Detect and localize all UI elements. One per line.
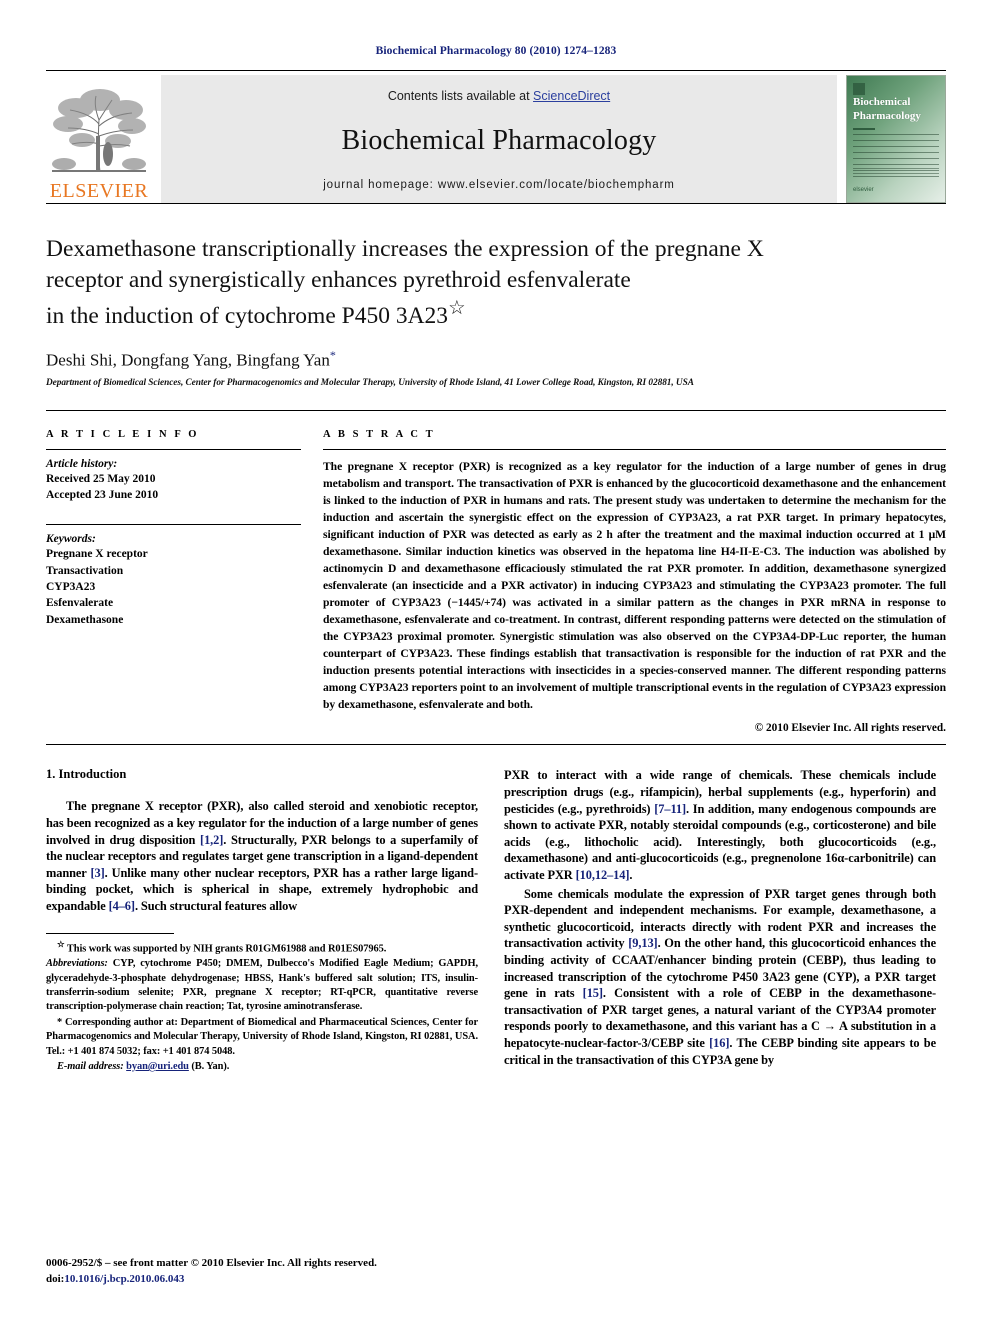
abbreviations-text: CYP, cytochrome P450; DMEM, Dulbecco's M… <box>46 958 478 1013</box>
body-column-right: PXR to interact with a wide range of che… <box>504 767 936 1075</box>
article-info-column: A R T I C L E I N F O Article history: R… <box>46 429 301 734</box>
rule-top <box>46 70 946 71</box>
cover-title-line1: Biochemical <box>853 96 911 108</box>
section-heading-introduction: 1. Introduction <box>46 767 127 782</box>
keyword-item: Transactivation <box>46 564 124 577</box>
footnote-grant: ☆ This work was supported by NIH grants … <box>46 939 478 957</box>
citation-ref[interactable]: [4–6] <box>109 899 135 913</box>
cover-title-line2: Pharmacology <box>853 109 921 122</box>
abstract-rule <box>323 448 946 450</box>
contents-prefix: Contents lists available at <box>387 89 534 103</box>
rule-after-title <box>46 409 946 411</box>
footnote-corresponding-author: * Corresponding author at: Department of… <box>46 1016 478 1059</box>
title-footnote-marker: ☆ <box>448 297 466 319</box>
intro-p2-seg-c: . <box>629 867 633 882</box>
article-info-rule <box>46 448 301 450</box>
cover-footer: elsevier <box>853 168 939 196</box>
journal-masthead: ELSEVIER Contents lists available at Sci… <box>46 75 946 203</box>
cover-publisher-label: elsevier <box>853 187 874 193</box>
keywords-rule <box>46 524 301 526</box>
intro-paragraph-2: PXR to interact with a wide range of che… <box>504 767 936 883</box>
elsevier-logo: ELSEVIER <box>46 75 152 203</box>
keyword-item: Dexamethasone <box>46 613 124 626</box>
rule-after-abstract <box>46 744 946 746</box>
journal-cover-thumbnail: Biochemical Pharmacology elsevier <box>846 75 946 203</box>
footnote-abbreviations: Abbreviations: CYP, cytochrome P450; DME… <box>46 957 478 1014</box>
doi-value[interactable]: 10.1016/j.bcp.2010.06.043 <box>64 1273 184 1285</box>
citation-ref[interactable]: [10,12–14] <box>576 868 630 882</box>
citation-ref[interactable]: [3] <box>91 866 105 880</box>
intro-paragraph-3: Some chemicals modulate the expression o… <box>504 886 936 1069</box>
elsevier-tree-icon <box>48 84 150 180</box>
footnote-corr-text: Corresponding author at: Department of B… <box>46 1016 478 1057</box>
paper-page: Biochemical Pharmacology 80 (2010) 1274–… <box>0 0 992 1323</box>
keyword-item: Pregnane X receptor <box>46 548 148 561</box>
title-line-2: receptor and synergistically enhances py… <box>46 266 631 293</box>
author-list: Deshi Shi, Dongfang Yang, Bingfang Yan* <box>46 348 946 371</box>
cover-elsevier-mark-icon <box>853 83 865 95</box>
info-and-abstract: A R T I C L E I N F O Article history: R… <box>46 429 946 734</box>
title-line-3: in the induction of cytochrome P450 3A23 <box>46 302 449 329</box>
abstract-heading: A B S T R A C T <box>323 428 436 440</box>
author-names: Deshi Shi, Dongfang Yang, Bingfang Yan <box>46 350 330 370</box>
contents-available-line: Contents lists available at ScienceDirec… <box>388 89 610 103</box>
elsevier-wordmark: ELSEVIER <box>49 180 149 202</box>
title-line-1: Dexamethasone transcriptionally increase… <box>46 236 764 262</box>
keywords-label: Keywords: <box>46 533 96 546</box>
body-column-left: 1. Introduction The pregnane X receptor … <box>46 767 478 1075</box>
doi-line: doi:10.1016/j.bcp.2010.06.043 <box>46 1272 377 1287</box>
citation-ref[interactable]: [1,2] <box>200 833 223 847</box>
citation-ref[interactable]: [15] <box>583 986 603 1000</box>
abstract-column: A B S T R A C T The pregnane X receptor … <box>323 429 946 734</box>
keyword-item: CYP3A23 <box>46 581 96 594</box>
citation-ref[interactable]: [9,13] <box>628 936 657 950</box>
title-block: Dexamethasone transcriptionally increase… <box>46 204 946 388</box>
article-history-label: Article history: <box>46 457 118 470</box>
footnote-grant-text: This work was supported by NIH grants R0… <box>64 943 387 955</box>
email-label: E-mail address: <box>57 1060 124 1072</box>
corresponding-author-marker: * <box>329 348 336 363</box>
email-suffix: (B. Yan). <box>188 1060 230 1072</box>
citation-ref[interactable]: [16] <box>709 1036 729 1050</box>
journal-homepage: journal homepage: www.elsevier.com/locat… <box>323 179 675 191</box>
article-accepted: Accepted 23 June 2010 <box>46 489 159 502</box>
affiliation: Department of Biomedical Sciences, Cente… <box>46 377 694 388</box>
imprint-block: 0006-2952/$ – see front matter © 2010 El… <box>46 1256 377 1287</box>
abbreviations-label: Abbreviations: <box>46 958 108 970</box>
abstract-copyright: © 2010 Elsevier Inc. All rights reserved… <box>754 722 946 735</box>
journal-title: Biochemical Pharmacology <box>341 125 657 156</box>
intro-paragraph-1: The pregnane X receptor (PXR), also call… <box>46 798 478 914</box>
footnote-rule <box>46 932 174 934</box>
sciencedirect-link[interactable]: ScienceDirect <box>533 89 610 103</box>
email-link[interactable]: byan@uri.edu <box>126 1061 189 1072</box>
article-info-heading: A R T I C L E I N F O <box>46 428 200 440</box>
journal-band: Contents lists available at ScienceDirec… <box>161 75 837 203</box>
abstract-text: The pregnane X receptor (PXR) is recogni… <box>323 459 946 712</box>
cover-divider <box>853 128 875 131</box>
imprint-line: 0006-2952/$ – see front matter © 2010 El… <box>46 1257 377 1270</box>
intro-p1-seg-d: . Such structural features allow <box>134 898 298 913</box>
doi-label: doi: <box>46 1272 65 1285</box>
footnote-grant-marker: ☆ <box>57 938 65 949</box>
footnote-email: E-mail address: byan@uri.edu (B. Yan). <box>46 1060 478 1074</box>
keyword-item: Esfenvalerate <box>46 597 114 610</box>
running-head: Biochemical Pharmacology 80 (2010) 1274–… <box>375 45 617 57</box>
page-title: Dexamethasone transcriptionally increase… <box>46 234 946 331</box>
article-received: Received 25 May 2010 <box>46 472 156 485</box>
citation-ref[interactable]: [7–11] <box>654 802 686 816</box>
body-columns: 1. Introduction The pregnane X receptor … <box>46 767 946 1075</box>
